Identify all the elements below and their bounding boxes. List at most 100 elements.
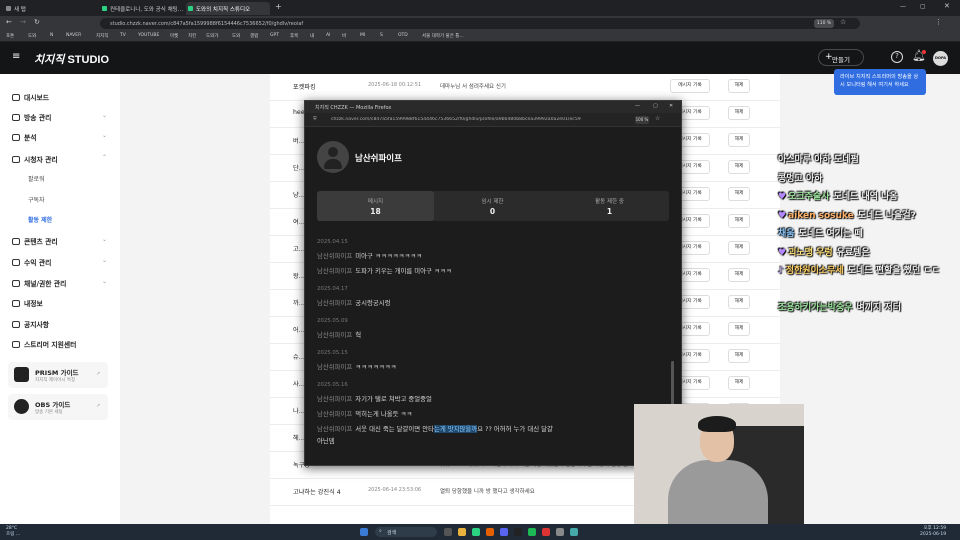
minimize-icon[interactable]: — [635,103,640,109]
analytics-icon [12,134,20,141]
sidebar-item-profile[interactable]: 내정보 [12,298,43,308]
discord-icon[interactable] [500,528,508,536]
prism-logo-icon [14,367,29,382]
bookmark-item[interactable]: OTD [398,33,408,38]
sidebar-item-revenue[interactable]: 수익 관리 ⌄ [12,257,107,267]
bookmark-item[interactable]: 치지직 [96,33,108,39]
unrestrict-button[interactable]: 해제 [728,160,750,174]
file-explorer-icon[interactable] [458,528,466,536]
unrestrict-button[interactable]: 해제 [728,295,750,309]
app-icon[interactable] [556,528,564,536]
sidebar-item-content[interactable]: 콘텐츠 관리 ⌄ [12,236,107,246]
unrestrict-button[interactable]: 해제 [728,349,750,363]
bookmark-item[interactable]: 바 [342,33,346,39]
weather-widget[interactable]: 28°C 흐림 … [6,526,20,538]
obs-guide-card[interactable]: OBS 가이드 방송 기본 세팅 ↗ [8,394,108,420]
bookmark-item[interactable]: MI [360,33,365,38]
chat-line: 아스마루 아하 도네펌 [778,152,859,165]
sidebar-item-broadcast[interactable]: 방송 관리 ⌄ [12,112,107,122]
browser-tab-studio[interactable]: 도와의 치지직 스튜디오 [186,2,270,15]
unrestrict-button[interactable]: 해제 [728,322,750,336]
studio-logo[interactable]: 치지직 STUDIO [34,51,109,67]
bookmark-item[interactable]: 도와가 [206,33,218,39]
windows-start-icon[interactable] [360,528,368,536]
app-icon[interactable] [542,528,550,536]
app-icon[interactable] [570,528,578,536]
bookmark-item[interactable]: 도와 [28,33,36,39]
browser-tab-chat[interactable]: 컨테클로니니, 도와 공식 채팅… [100,2,184,15]
bookmark-item[interactable]: 내 [310,33,314,39]
task-view-icon[interactable] [444,528,452,536]
unrestrict-button[interactable]: 해제 [728,241,750,255]
message-history-button[interactable]: 메시지 기록 [670,79,710,93]
create-button[interactable]: + 만들기 [818,49,864,66]
bookmark-item[interactable]: 포톤 [6,33,14,39]
sidebar-item-dashboard[interactable]: 대시보드 [12,92,49,102]
minimize-icon[interactable]: — [900,3,906,10]
star-bookmark-icon[interactable]: ☆ [840,18,846,26]
unrestrict-button[interactable]: 해제 [728,79,750,93]
sidebar-item-support[interactable]: 스트리머 지원센터 [12,339,76,349]
bookmark-item[interactable]: AI [326,33,330,38]
bookmark-item[interactable]: 마켓 [170,33,178,39]
sidebar-item-viewers[interactable]: 시청자 관리 ⌃ [12,154,107,164]
sidebar-sub-followers[interactable]: 팔로워 [28,174,45,183]
forward-icon[interactable]: → [20,18,26,26]
popup-zoom-badge[interactable]: 100 % [635,116,649,124]
prism-guide-card[interactable]: PRISM 가이드 치지직 제이어시 특징 ↗ [8,362,108,388]
log-message-continued: 아닌뎀 [317,437,335,445]
chat-line: ♪ 정한원이소무세 도네드 편할을 했던 ㄷㄷ [778,263,940,276]
menu-icon[interactable]: ⋮ [935,18,942,26]
star-bookmark-icon[interactable]: ☆ [655,115,660,122]
firefox-icon[interactable] [486,528,494,536]
log-message: 남산쉬파이프 자기가 탤로 쳐박고 중얼중얼 [317,394,432,403]
stat-activity-restriction[interactable]: 활동 제한 중 1 [551,191,668,221]
bookmark-item[interactable]: N [50,33,53,38]
bookmark-item[interactable]: GPT [270,33,279,38]
clock[interactable]: 오후 12:59 2025-06-19 [920,526,946,538]
channel-icon [12,280,20,287]
unrestrict-button[interactable]: 해제 [728,133,750,147]
sidebar-item-analytics[interactable]: 분석 ⌄ [12,132,107,142]
sidebar-item-channel[interactable]: 채널/권한 관리 ⌄ [12,278,107,288]
hamburger-menu-icon[interactable]: ≡ [12,51,20,62]
maximize-icon[interactable]: ▢ [653,103,658,109]
bookmark-item[interactable]: NAVER [66,33,81,38]
maximize-icon[interactable]: ▢ [920,3,926,10]
taskbar-search[interactable]: ⌕ 검색 [375,527,437,537]
bookmark-item[interactable]: YOUTUBE [138,33,159,38]
app-icon[interactable] [528,528,536,536]
obs-icon[interactable] [514,528,522,536]
close-icon[interactable]: ✕ [669,103,673,109]
back-icon[interactable]: ← [6,18,12,26]
bookmark-item[interactable]: TV [120,33,126,38]
bookmark-item[interactable]: S [380,33,383,38]
bookmark-item[interactable]: 후룩 [290,33,298,39]
url-field[interactable]: studio.chzzk.naver.com/c847a5fa1599988f6… [100,18,860,29]
unrestrict-button[interactable]: 해제 [728,268,750,282]
bookmark-item[interactable]: 도와 [232,33,240,39]
reload-icon[interactable]: ↻ [34,18,40,26]
bookmark-item[interactable]: 치킨 [188,33,196,39]
close-icon[interactable]: ✕ [944,2,950,10]
unrestrict-button[interactable]: 해제 [728,187,750,201]
sidebar-item-notice[interactable]: 공지사항 [12,319,49,329]
bookmark-item[interactable]: 서울 대학기 풀은 틀… [422,33,464,39]
unrestrict-button[interactable]: 해제 [728,106,750,120]
new-tab-plus-icon[interactable]: + [275,2,282,11]
unrestrict-button[interactable]: 해제 [728,376,750,390]
sidebar-sub-subscribers[interactable]: 구독자 [28,195,45,204]
chrome-icon[interactable] [472,528,480,536]
stat-temp-restriction[interactable]: 임시 제한 0 [434,191,551,221]
browser-tab-new[interactable]: 새 탭 [4,2,64,15]
bookmark-item[interactable]: 갤럽 [250,33,258,39]
avatar[interactable]: DOPA [933,51,948,66]
unrestrict-button[interactable]: 해제 [728,214,750,228]
zoom-badge[interactable]: 110 % [814,19,834,28]
chat-line: ♥ 오크주술사 도네드 내역 나옴 [778,189,898,202]
help-icon[interactable]: ? [891,51,903,63]
sidebar-sub-restrictions[interactable]: 활동 제한 [28,215,52,224]
stat-messages[interactable]: 메시지 18 [317,191,434,221]
log-text: 미아구 ㅋㅋㅋㅋㅋㅋㅋㅋ [355,252,422,260]
message-history-popup: 치지직 CHZZK — Mozilla Firefox — ▢ ✕ ⛨ chzz… [304,100,682,466]
